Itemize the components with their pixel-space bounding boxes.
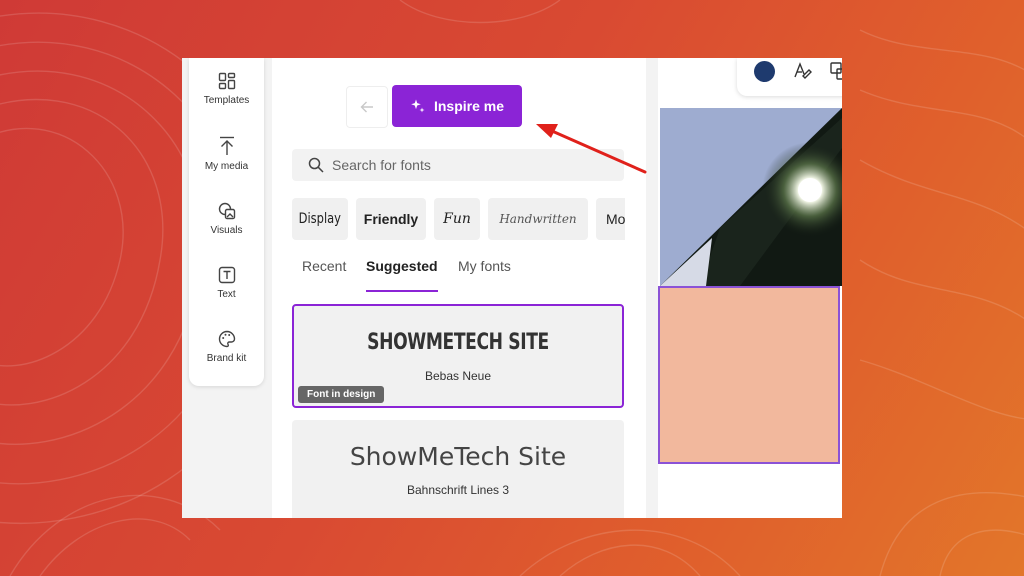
font-search-box[interactable] xyxy=(292,149,624,181)
templates-icon xyxy=(218,72,235,90)
rail-item-my-media[interactable]: My media xyxy=(189,136,264,172)
font-category-chips: Display Friendly Fun Handwritten Mo xyxy=(292,198,625,240)
lamp-photo-image xyxy=(660,108,842,286)
font-name: Bebas Neue xyxy=(424,369,492,383)
inspire-me-button[interactable]: Inspire me xyxy=(392,85,522,127)
rail-label: Visuals xyxy=(210,225,243,236)
font-card-bahnschrift[interactable]: ShowMeTech Site Bahnschrift Lines 3 xyxy=(292,420,624,518)
sparkle-icon xyxy=(411,99,425,113)
effects-icon[interactable] xyxy=(829,61,842,81)
tab-suggested[interactable]: Suggested xyxy=(366,258,438,292)
inspire-me-label: Inspire me xyxy=(433,98,505,114)
rail-label: My media xyxy=(204,161,249,172)
upload-icon xyxy=(219,136,234,155)
chip-friendly[interactable]: Friendly xyxy=(356,198,426,240)
font-sample: ShowMeTech Site xyxy=(349,442,567,471)
tab-my-fonts[interactable]: My fonts xyxy=(458,258,511,290)
font-name: Bahnschrift Lines 3 xyxy=(406,483,510,497)
font-search-input[interactable] xyxy=(332,149,612,181)
left-rail: Templates My media Visuals Text Brand ki… xyxy=(189,58,264,386)
font-sample: SHOWMETECH SITE xyxy=(367,330,549,355)
chip-display[interactable]: Display xyxy=(292,198,348,240)
canvas-photo[interactable] xyxy=(660,108,842,286)
rail-label: Templates xyxy=(203,95,250,106)
canvas-peach-block[interactable] xyxy=(658,286,840,464)
chip-more[interactable]: Mo xyxy=(596,198,625,240)
font-panel: Inspire me Display Friendly Fun Handwrit… xyxy=(272,58,732,518)
rail-item-text[interactable]: Text xyxy=(189,266,264,300)
canvas-toolbar xyxy=(737,58,842,96)
font-card-bebas-neue[interactable]: SHOWMETECH SITE Bebas Neue Font in desig… xyxy=(292,304,624,408)
text-icon xyxy=(218,266,235,284)
visuals-icon xyxy=(218,202,235,220)
rail-item-templates[interactable]: Templates xyxy=(189,72,264,106)
app-screenshot: Templates My media Visuals Text Brand ki… xyxy=(182,58,842,518)
rail-item-brand-kit[interactable]: Brand kit xyxy=(189,330,264,364)
tab-recent[interactable]: Recent xyxy=(302,258,346,290)
back-button[interactable] xyxy=(346,86,388,128)
text-style-icon[interactable] xyxy=(793,61,813,81)
chip-fun[interactable]: Fun xyxy=(434,198,480,240)
color-swatch[interactable] xyxy=(754,61,775,82)
arrow-left-icon xyxy=(360,101,373,113)
search-icon xyxy=(308,157,324,173)
palette-icon xyxy=(218,330,235,348)
rail-label: Brand kit xyxy=(206,353,247,364)
rail-item-visuals[interactable]: Visuals xyxy=(189,202,264,236)
chip-handwritten[interactable]: Handwritten xyxy=(488,198,588,240)
rail-label: Text xyxy=(217,289,236,300)
font-in-design-badge: Font in design xyxy=(298,386,385,403)
font-tabs: Recent Suggested My fonts xyxy=(302,258,622,292)
